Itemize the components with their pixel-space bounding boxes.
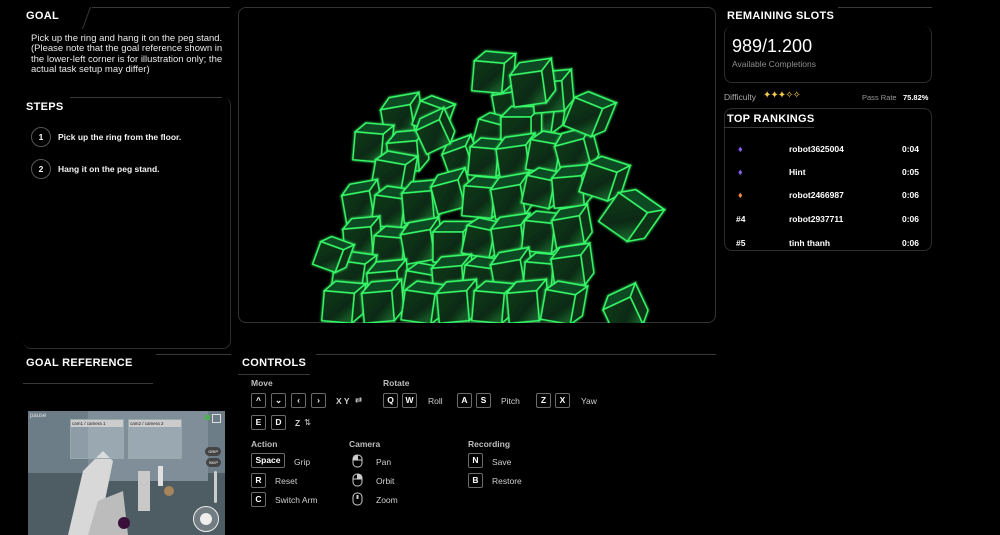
orange-medal-icon: ♦ [738, 190, 743, 200]
cube-stack-scene [311, 50, 667, 323]
expand-icon[interactable] [212, 414, 221, 423]
ranking-time: 0:06 [902, 238, 920, 248]
ranking-name: robot3625004 [789, 144, 844, 154]
difficulty-label: Difficulty [724, 92, 756, 102]
move-left-key[interactable]: ‹ [291, 393, 306, 408]
joystick-control[interactable] [193, 506, 219, 532]
ranking-name: tinh thanh [789, 238, 831, 248]
reset-label: Reset [275, 476, 298, 486]
status-indicator [205, 415, 210, 420]
grip-label: Grip [294, 457, 311, 467]
ranking-row[interactable]: ♦ robot2466987 0:06 [734, 190, 924, 204]
z-axis-label: Z [295, 418, 301, 428]
yaw-right-key[interactable]: X [555, 393, 570, 408]
xy-axis-label: X Y [336, 396, 350, 406]
pan-label: Pan [376, 457, 392, 467]
roll-label: Roll [428, 396, 443, 406]
mouse-scroll-icon [352, 492, 363, 506]
switch-arm-key[interactable]: C [251, 492, 266, 507]
ranking-time: 0:04 [902, 144, 920, 154]
action-title: Action [251, 439, 278, 449]
move-down-key[interactable]: ⌄ [271, 393, 286, 408]
pitch-label: Pitch [501, 396, 520, 406]
glowing-cube [360, 277, 405, 323]
step-number: 2 [31, 159, 51, 179]
glowing-cube [601, 281, 649, 323]
zoom-label: Zoom [376, 495, 398, 505]
grip-side-button[interactable]: GRIP [205, 447, 221, 456]
step-label: Hang it on the peg stand. [58, 164, 160, 174]
mouse-left-icon [352, 454, 363, 468]
ranking-row[interactable]: #4 robot2937711 0:06 [734, 214, 924, 228]
goal-heading: GOAL [26, 10, 59, 22]
ranking-name: robot2466987 [789, 190, 844, 200]
skip-side-button[interactable]: SKIP [205, 458, 221, 467]
ranking-time: 0:06 [902, 190, 920, 200]
move-right-key[interactable]: › [311, 393, 326, 408]
camera-2-label: cam2 / camera 2 [129, 420, 181, 427]
pitch-up-key[interactable]: A [457, 393, 472, 408]
updown-icon: ⇅ [304, 417, 312, 427]
step-label: Pick up the ring from the floor. [58, 132, 182, 142]
rotate-title: Rotate [383, 378, 410, 388]
pass-rate-value: 75.82% [903, 93, 929, 102]
move-up-key[interactable]: ^ [251, 393, 266, 408]
move-title: Move [251, 378, 273, 388]
step-number: 1 [31, 127, 51, 147]
glowing-cube [550, 202, 593, 250]
pause-label[interactable]: pause [30, 413, 46, 419]
ranking-name: Hint [789, 167, 806, 177]
camera-1-label: cam1 / camera 1 [71, 420, 123, 427]
ranking-row[interactable]: ♦ Hint 0:05 [734, 167, 924, 181]
difficulty-stars: ✦✦✦✧✧ [763, 90, 801, 101]
switch-arm-label: Switch Arm [275, 495, 318, 505]
camera-1-preview[interactable]: cam1 / camera 1 [70, 419, 124, 459]
purple-medal-icon: ♦ [738, 167, 743, 177]
ranking-row[interactable]: #5 tinh thanh 0:06 [734, 238, 924, 252]
camera-title: Camera [349, 439, 381, 449]
orbit-label: Orbit [376, 476, 395, 486]
reset-key[interactable]: R [251, 473, 266, 488]
remaining-slots-value: 989/1.200 [732, 36, 813, 56]
ranking-row[interactable]: ♦ robot3625004 0:04 [734, 144, 924, 158]
remaining-slots-heading: REMAINING SLOTS [727, 10, 835, 22]
yaw-label: Yaw [581, 396, 597, 406]
ranking-rank: #5 [736, 238, 746, 248]
grip-key[interactable]: Space [251, 453, 285, 468]
ranking-name: robot2937711 [789, 214, 844, 224]
available-completions-caption: Available Completions [732, 59, 816, 69]
move-z-up-key[interactable]: E [251, 415, 266, 430]
move-z-down-key[interactable]: D [271, 415, 286, 430]
ranking-rank: #4 [736, 214, 746, 224]
glowing-cube [470, 50, 518, 95]
controls-heading: CONTROLS [242, 357, 307, 369]
swap-icon: ⇄ [355, 395, 363, 405]
save-label: Save [492, 457, 512, 467]
ranking-time: 0:06 [902, 214, 920, 224]
pass-rate-label: Pass Rate [862, 93, 897, 102]
roll-left-key[interactable]: Q [383, 393, 398, 408]
restore-key[interactable]: B [468, 473, 483, 488]
goal-reference-heading: GOAL REFERENCE [26, 357, 133, 369]
mouse-right-icon [352, 473, 363, 487]
purple-medal-icon: ♦ [738, 144, 743, 154]
roll-right-key[interactable]: W [402, 393, 417, 408]
ranking-time: 0:05 [902, 167, 920, 177]
pitch-down-key[interactable]: S [476, 393, 491, 408]
steps-heading: STEPS [26, 101, 64, 113]
restore-label: Restore [492, 476, 522, 486]
glowing-cube [320, 280, 368, 323]
yaw-left-key[interactable]: Z [536, 393, 551, 408]
vertical-slider[interactable] [214, 471, 217, 503]
camera-2-preview[interactable]: cam2 / camera 2 [128, 419, 182, 459]
recording-title: Recording [468, 439, 511, 449]
goal-reference-video[interactable]: pause cam1 / camera 1 cam2 / camera 2 GR… [28, 411, 225, 535]
goal-description: Pick up the ring and hang it on the peg … [31, 33, 223, 75]
save-key[interactable]: N [468, 453, 483, 468]
